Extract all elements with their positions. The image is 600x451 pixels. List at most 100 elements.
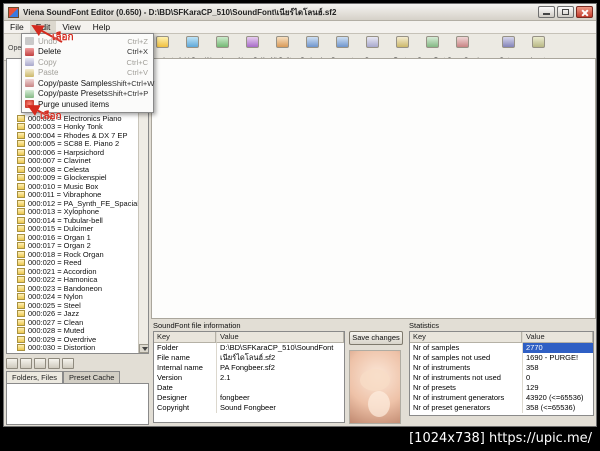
stats-table-row[interactable]: Nr of preset generators 358 (<=65536) bbox=[410, 403, 593, 413]
info-panel-title: SoundFont file information bbox=[153, 321, 241, 330]
info-table-row[interactable]: Copyright Sound Fongbeer bbox=[154, 403, 344, 413]
info-table-row[interactable]: Designer fongbeer bbox=[154, 393, 344, 403]
maximize-button[interactable] bbox=[557, 6, 574, 18]
minimize-button[interactable] bbox=[538, 6, 555, 18]
info-key-header[interactable]: Key bbox=[154, 332, 216, 343]
toolbar-button[interactable]: Input bbox=[523, 34, 553, 64]
preset-tree-item[interactable]: 000:025 = Steel bbox=[7, 301, 148, 310]
folder-up-icon[interactable] bbox=[20, 358, 32, 369]
info-table-row[interactable]: File name เนียร์ไดโลนฮ์.sf2 bbox=[154, 353, 344, 363]
refresh-icon[interactable] bbox=[34, 358, 46, 369]
info-row-value bbox=[216, 383, 344, 393]
edit-menu-item[interactable]: Paste Ctrl+V bbox=[22, 68, 153, 79]
preset-tree-item[interactable]: 000:028 = Muted bbox=[7, 326, 148, 336]
preset-icon bbox=[17, 182, 25, 190]
preset-tree-item[interactable]: 000:013 = Xylophone bbox=[7, 208, 148, 216]
preset-tree-item[interactable]: 000:017 = Organ 2 bbox=[7, 242, 148, 250]
info-table-row[interactable]: Folder D:\BD\SFKaraCP_510\SoundFont bbox=[154, 343, 344, 353]
info-value-header[interactable]: Value bbox=[216, 332, 344, 343]
toolbar-button[interactable]: Go back bbox=[297, 34, 327, 64]
preset-tree-item[interactable]: 000:026 = Jazz bbox=[7, 310, 148, 318]
left-panel-tab[interactable]: Folders, Files bbox=[6, 371, 64, 383]
toolbar-button[interactable]: Go next bbox=[327, 34, 357, 64]
preset-label: 000:009 = Glockenspiel bbox=[28, 173, 107, 183]
stats-table-row[interactable]: Nr of instruments 358 bbox=[410, 363, 593, 373]
toolbar-button[interactable]: Paste bbox=[387, 34, 417, 64]
stats-value-header[interactable]: Value bbox=[522, 332, 593, 343]
preset-tree-item[interactable]: 000:016 = Organ 1 bbox=[7, 233, 148, 242]
preset-tree-item[interactable]: 000:021 = Accordion bbox=[7, 267, 148, 276]
go-next-icon bbox=[335, 36, 349, 48]
edit-menu-item[interactable]: Undo Ctrl+Z bbox=[22, 36, 153, 47]
toolbar-button[interactable]: All Splits bbox=[267, 34, 297, 64]
stats-table-row[interactable]: Nr of samples 2770 bbox=[410, 343, 593, 353]
preset-tree-item[interactable]: 000:011 = Vibraphone bbox=[7, 191, 148, 199]
stats-row-value: 358 bbox=[522, 363, 593, 373]
preset-tree-item[interactable]: 000:005 = SC88 E. Piano 2 bbox=[7, 140, 148, 148]
menubar-item[interactable]: Help bbox=[87, 21, 116, 34]
preset-tree-item[interactable]: 000:008 = Celesta bbox=[7, 165, 148, 174]
close-button[interactable] bbox=[576, 6, 593, 18]
edit-menu-item[interactable]: Copy Ctrl+C bbox=[22, 57, 153, 68]
toolbar-button[interactable]: New Layer bbox=[207, 34, 238, 64]
stats-table-row[interactable]: Nr of instruments not used 0 bbox=[410, 373, 593, 383]
preset-tree-item[interactable]: 000:018 = Rock Organ bbox=[7, 250, 148, 259]
preset-tree-item[interactable]: 000:022 = Hamonica bbox=[7, 276, 148, 284]
titlebar[interactable]: Viena SoundFont Editor (0.650) - D:\BD\S… bbox=[4, 4, 596, 21]
preset-tree-item[interactable]: 000:020 = Reed bbox=[7, 259, 148, 267]
preset-tree-item[interactable]: 000:003 = Honky Tonk bbox=[7, 123, 148, 131]
preset-icon bbox=[17, 123, 25, 131]
stats-table-row[interactable]: Nr of presets 129 bbox=[410, 383, 593, 393]
preset-tree-item[interactable]: 000:012 = PA_Synth_FE_Spacial bbox=[7, 199, 148, 208]
toolbar-button[interactable]: Add Smpl bbox=[177, 34, 207, 64]
preset-tree-item[interactable]: 000:002 = Electronics Piano bbox=[7, 114, 148, 123]
preset-icon bbox=[17, 140, 25, 148]
preset-tree-item[interactable]: 000:006 = Harpsichord bbox=[7, 148, 148, 157]
edit-menu-item[interactable]: Copy/paste Presets Shift+Ctrl+P bbox=[22, 89, 153, 100]
stats-key-header[interactable]: Key bbox=[410, 332, 522, 343]
info-table-row[interactable]: Internal name PA Fongbeer.sf2 bbox=[154, 363, 344, 373]
preset-label: 000:028 = Muted bbox=[28, 326, 85, 336]
stats-table-row[interactable]: Nr of samples not used 1690 - PURGE! bbox=[410, 353, 593, 363]
files-list-panel[interactable] bbox=[6, 383, 149, 425]
toolbar-button[interactable]: New Split bbox=[237, 34, 267, 64]
info-table-row[interactable]: Version 2.1 bbox=[154, 373, 344, 383]
preset-tree-item[interactable]: 000:014 = Tubular-bell bbox=[7, 216, 148, 225]
scroll-down-icon[interactable] bbox=[139, 344, 148, 353]
preset-tree-item[interactable]: 000:023 = Bandoneon bbox=[7, 284, 148, 293]
preset-tree-item[interactable]: 000:010 = Music Box bbox=[7, 182, 148, 191]
edit-menu-item[interactable]: Copy/paste Samples Shift+Ctrl+W bbox=[22, 78, 154, 89]
preset-tree-item[interactable]: 000:029 = Overdrive bbox=[7, 335, 148, 344]
preset-tree-item[interactable]: 000:015 = Dulcimer bbox=[7, 225, 148, 233]
new-folder-icon[interactable] bbox=[48, 358, 60, 369]
drive-icon[interactable] bbox=[6, 358, 18, 369]
preset-tree-item[interactable]: 000:009 = Glockenspiel bbox=[7, 173, 148, 183]
preset-label: 000:008 = Celesta bbox=[28, 165, 90, 174]
menubar-item[interactable]: View bbox=[56, 21, 86, 34]
save-changes-button[interactable]: Save changes bbox=[349, 331, 403, 345]
stats-row-value: 2770 bbox=[522, 343, 593, 353]
stats-table-row[interactable]: Nr of instrument generators 43920 (<=655… bbox=[410, 393, 593, 403]
edit-menu-item[interactable]: Delete Ctrl+X bbox=[22, 47, 153, 58]
list-view-icon[interactable] bbox=[62, 358, 74, 369]
preset-label: 000:006 = Harpsichord bbox=[28, 148, 105, 157]
menubar-item[interactable]: Edit bbox=[29, 20, 57, 34]
edit-menu-item[interactable]: Purge unused items bbox=[22, 99, 153, 110]
info-row-value: D:\BD\SFKaraCP_510\SoundFont bbox=[216, 343, 344, 353]
preset-tree-item[interactable]: 000:004 = Rhodes & DX 7 EP bbox=[7, 131, 148, 140]
left-panel-tab[interactable]: Preset Cache bbox=[63, 371, 121, 383]
info-table-row[interactable]: Date bbox=[154, 383, 344, 393]
toolbar-button[interactable]: Copy Prsts bbox=[417, 34, 449, 64]
toolbar-button[interactable]: Copy bbox=[357, 34, 387, 64]
menubar-item[interactable]: File bbox=[4, 21, 30, 34]
stats-row-value: 129 bbox=[522, 383, 593, 393]
menu-item-shortcut: Shift+Ctrl+P bbox=[107, 89, 149, 99]
preset-tree-item[interactable]: 000:030 = Distortion bbox=[7, 344, 148, 352]
preset-tree-item[interactable]: 000:024 = Nylon bbox=[7, 293, 148, 301]
preset-label: 000:025 = Steel bbox=[28, 301, 81, 310]
toolbar-button[interactable]: Copy Smpls bbox=[447, 34, 482, 64]
preset-icon bbox=[17, 225, 25, 233]
preset-tree-item[interactable]: 000:007 = Clavinet bbox=[7, 157, 148, 165]
toolbar-button[interactable]: Setup bbox=[493, 34, 523, 64]
preset-tree-item[interactable]: 000:027 = Clean bbox=[7, 318, 148, 327]
